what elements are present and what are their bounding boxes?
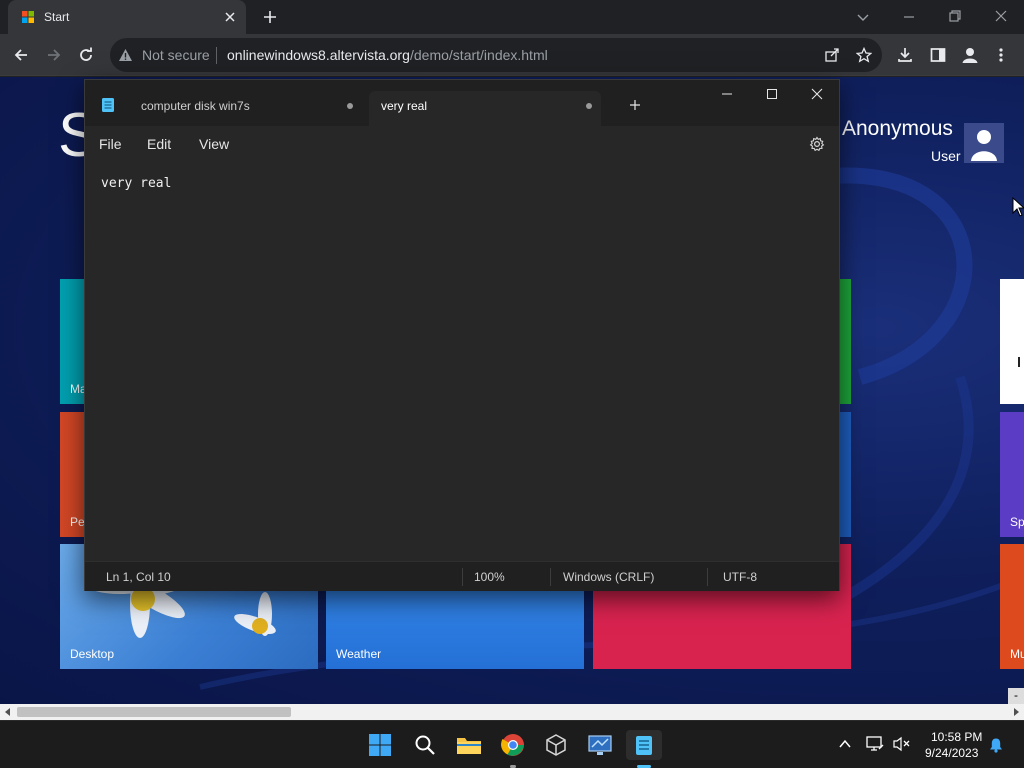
bookmark-star-icon[interactable] [856, 47, 872, 63]
user-avatar[interactable] [964, 123, 1004, 163]
user-name[interactable]: Anonymous [842, 117, 953, 141]
minimize-window-icon[interactable] [902, 10, 916, 24]
menu-edit[interactable]: Edit [147, 136, 171, 152]
tab-search-chevron-icon[interactable] [856, 10, 870, 24]
notepad-text-area[interactable]: very real [85, 162, 839, 560]
notepad-tab-label: computer disk win7s [141, 99, 250, 113]
notepad-close-icon[interactable] [811, 88, 823, 100]
horizontal-scrollbar[interactable] [0, 704, 1024, 720]
address-bar[interactable]: Not secure onlinewindows8.altervista.org… [110, 38, 882, 72]
volume-muted-icon[interactable] [893, 736, 911, 752]
windows-logo-icon [369, 734, 391, 756]
user-silhouette-icon [971, 130, 997, 161]
status-divider [462, 568, 463, 586]
virtualbox-cube-icon[interactable] [541, 730, 571, 760]
notepad-maximize-icon[interactable] [766, 88, 778, 100]
tile-people[interactable]: Pe [60, 412, 86, 537]
side-panel-icon[interactable] [930, 47, 946, 63]
notepad-minimize-icon[interactable] [721, 88, 733, 100]
tile-mail[interactable]: Ma [60, 279, 87, 404]
status-divider [707, 568, 708, 586]
back-arrow-icon[interactable] [13, 47, 29, 63]
reload-icon[interactable] [78, 47, 94, 63]
download-icon[interactable] [897, 47, 913, 63]
notepad-titlebar[interactable]: computer disk win7s very real [85, 80, 839, 126]
encoding[interactable]: UTF-8 [723, 570, 757, 584]
tile-green[interactable] [840, 279, 851, 404]
tile-music[interactable]: Mu [1000, 544, 1024, 669]
status-divider [550, 568, 551, 586]
menu-file[interactable]: File [99, 136, 122, 152]
tile-white[interactable] [1000, 279, 1024, 404]
notepad-tab-label: very real [381, 99, 428, 113]
notification-bell-icon[interactable] [988, 737, 1004, 753]
show-hidden-icons-chevron-icon[interactable] [838, 738, 852, 750]
windows-favicon-icon [22, 11, 34, 23]
tile-desktop-label: Desktop [70, 647, 115, 661]
browser-toolbar: Not secure onlinewindows8.altervista.org… [0, 34, 1024, 76]
restore-window-icon[interactable] [948, 9, 962, 23]
clock-time[interactable]: 10:58 PM [931, 730, 982, 744]
security-status-label[interactable]: Not secure [142, 47, 210, 63]
chrome-browser-icon[interactable] [498, 730, 528, 768]
windows-taskbar: 10:58 PM 9/24/2023 [0, 720, 1024, 768]
address-divider [216, 47, 217, 64]
tile-white-glyph [1018, 357, 1024, 367]
tile-blue-mid[interactable] [840, 412, 851, 537]
network-monitor-icon[interactable] [866, 736, 884, 752]
url-host[interactable]: onlinewindows8.altervista.org [227, 47, 410, 63]
cursor-position: Ln 1, Col 10 [106, 570, 171, 584]
notepad-app-icon [101, 97, 115, 113]
notepad-window: computer disk win7s very real File Edit … [84, 79, 840, 591]
unsaved-dot-icon[interactable] [347, 103, 353, 109]
browser-tab-title: Start [44, 10, 70, 24]
tile-sport-label: Sp [1010, 515, 1024, 529]
tile-people-label: Pe [70, 515, 85, 529]
notepad-menubar: File Edit View [85, 126, 839, 162]
warning-triangle-icon[interactable] [118, 48, 133, 62]
scrollbar-thumb[interactable] [17, 707, 291, 717]
start-button[interactable] [365, 730, 395, 760]
scroll-right-arrow-icon[interactable] [1012, 708, 1020, 716]
tile-music-label: Mu [1010, 647, 1024, 661]
unsaved-dot-icon[interactable] [586, 103, 592, 109]
share-icon[interactable] [824, 47, 840, 63]
url-path[interactable]: /demo/start/index.html [410, 47, 548, 63]
file-explorer-icon[interactable] [454, 730, 484, 760]
new-tab-icon[interactable] [262, 9, 278, 25]
mouse-cursor-icon [1012, 197, 1024, 217]
browser-tab-strip: Start [0, 0, 1024, 34]
browser-tab-start[interactable]: Start [8, 0, 246, 34]
notepad-statusbar: Ln 1, Col 10 100% Windows (CRLF) UTF-8 [85, 561, 839, 591]
tile-sport[interactable]: Sp [1000, 412, 1024, 537]
search-icon[interactable] [410, 730, 440, 760]
notepad-taskbar-icon[interactable] [626, 730, 662, 768]
scroll-left-arrow-icon[interactable] [4, 708, 12, 716]
notepad-tab-very-real[interactable]: very real [369, 91, 601, 126]
browser-menu-icon[interactable] [998, 47, 1004, 63]
settings-gear-icon[interactable] [809, 136, 825, 152]
close-tab-icon[interactable] [224, 11, 236, 23]
tile-weather-label: Weather [336, 647, 382, 661]
close-window-icon[interactable] [994, 9, 1008, 23]
user-role[interactable]: User [931, 148, 961, 164]
profile-avatar-icon[interactable] [961, 46, 979, 64]
zoom-out-button[interactable]: - [1008, 688, 1024, 704]
remote-desktop-icon[interactable] [585, 730, 615, 760]
notepad-content[interactable]: very real [101, 176, 171, 191]
zoom-level[interactable]: 100% [474, 570, 505, 584]
new-notepad-tab-icon[interactable] [629, 99, 641, 111]
line-ending[interactable]: Windows (CRLF) [563, 570, 654, 584]
menu-view[interactable]: View [199, 136, 229, 152]
clock-date[interactable]: 9/24/2023 [925, 746, 978, 760]
forward-arrow-icon[interactable] [46, 47, 62, 63]
notepad-tab-computer-disk[interactable]: computer disk win7s [127, 91, 367, 126]
